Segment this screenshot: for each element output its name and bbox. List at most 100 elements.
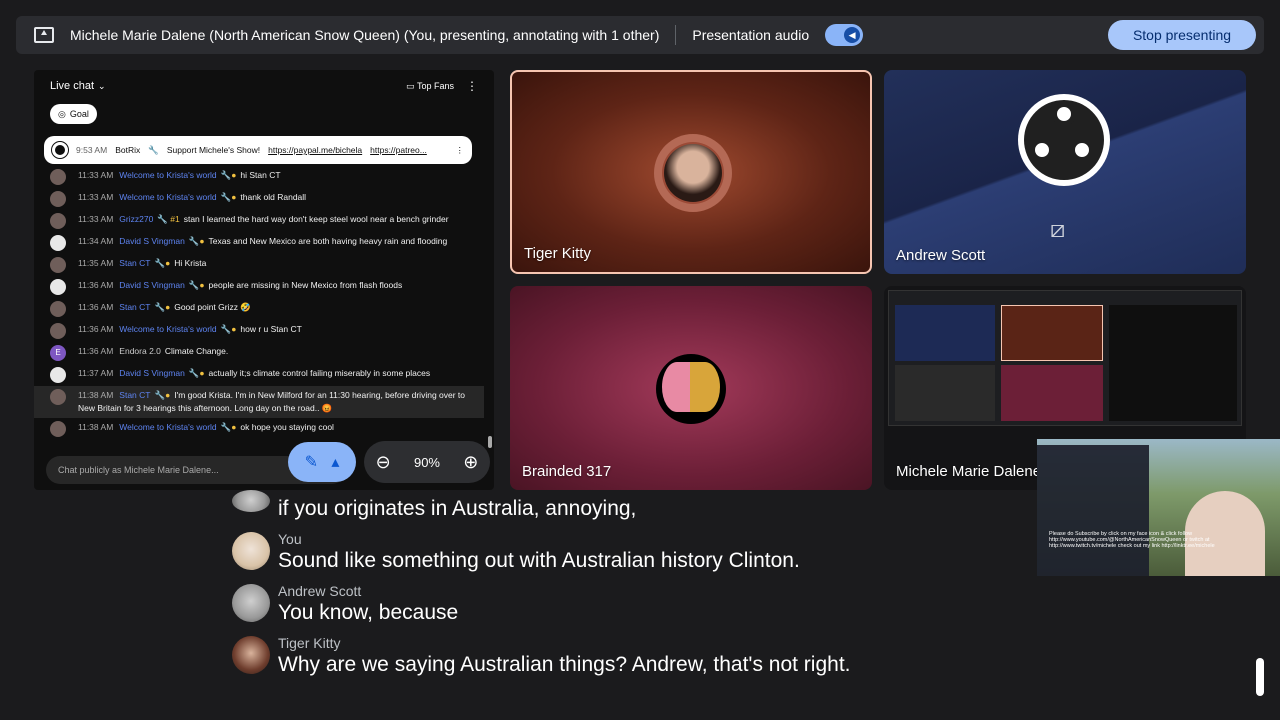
chat-message: 11:35 AM Stan CT 🔧● Hi Krista [34, 254, 484, 276]
message-author[interactable]: Grizz270 [119, 214, 153, 224]
top-fans-button[interactable]: ▭ Top Fans [406, 81, 454, 92]
message-author[interactable]: Stan CT [119, 258, 150, 268]
message-text: Hi Krista [174, 258, 207, 268]
avatar [50, 257, 66, 273]
participant-name: Andrew Scott [896, 247, 986, 264]
avatar [50, 279, 66, 295]
message-time: 11:33 AM [78, 192, 114, 202]
caption-entry: if you originates in Australia, annoying… [232, 490, 1032, 522]
live-chat-title[interactable]: Live chat [50, 80, 94, 92]
message-time: 11:35 AM [78, 258, 114, 268]
pinned-text: Support Michele's Show! [166, 145, 261, 155]
caption-text: You know, because [278, 601, 459, 624]
chat-header: Live chat ⌄ ▭ Top Fans ⋮ [34, 70, 494, 102]
chat-message: 11:33 AM Grizz270 🔧 #1 stan I learned the h… [34, 210, 484, 232]
message-time: 11:36 AM [78, 324, 114, 334]
avatar [656, 354, 726, 424]
avatar [232, 584, 270, 622]
pen-icon: ✎ [304, 454, 319, 471]
pinned-time: 9:53 AM [76, 145, 108, 155]
obs-logo-icon [1018, 94, 1110, 186]
chat-message: 11:38 AM Stan CT 🔧● I'm good Krista. I'm in… [34, 386, 484, 418]
annotate-pen-button[interactable]: ✎ ▴ [288, 442, 356, 482]
live-chat-panel: Live chat ⌄ ▭ Top Fans ⋮ ◎ Goal 9:53 AM … [34, 70, 494, 490]
participant-tile[interactable]: Brainded 317 [510, 286, 872, 490]
stop-presenting-button[interactable]: Stop presenting [1108, 20, 1256, 50]
goal-label: Goal [69, 109, 89, 119]
message-text: hi Stan CT [240, 170, 281, 180]
chat-message: 11:36 AM David S Vingman 🔧● people are miss… [34, 276, 484, 298]
message-time: 11:33 AM [78, 170, 114, 180]
pinned-menu-icon[interactable]: ⋮ [456, 145, 465, 156]
participant-name: Michele Marie Dalene [896, 463, 1042, 480]
captions-scrollbar[interactable] [1256, 658, 1264, 696]
presentation-audio-label: Presentation audio [692, 27, 810, 43]
member-badge-icon: 🔧● [220, 170, 237, 180]
avatar [232, 532, 270, 570]
member-badge-icon: 🔧● [154, 258, 171, 268]
participant-tile[interactable]: ⧄ Andrew Scott [884, 70, 1246, 274]
message-author[interactable]: Welcome to Krista's world [119, 192, 216, 202]
member-badge-icon: 🔧● [154, 302, 171, 312]
top-fans-label: Top Fans [416, 80, 454, 91]
zoom-in-icon[interactable]: ⊕ [463, 452, 478, 473]
annotation-zoom-controls: ✎ ▴ ⊖ 90% ⊕ [288, 440, 490, 484]
member-badge-icon: 🔧● [188, 236, 205, 246]
message-time: 11:37 AM [78, 368, 114, 378]
participant-name: Tiger Kitty [524, 245, 591, 262]
message-text: Texas and New Mexico are both having hea… [208, 236, 448, 246]
member-badge-icon: 🔧● [220, 422, 237, 432]
avatar [50, 213, 66, 229]
avatar [232, 636, 270, 674]
message-time: 11:38 AM [78, 390, 114, 400]
avatar [50, 421, 66, 437]
zoom-out-icon[interactable]: ⊖ [376, 452, 391, 473]
avatar [50, 367, 66, 383]
message-author[interactable]: David S Vingman [119, 280, 185, 290]
member-badge-icon: 🔧● [188, 280, 205, 290]
chat-message: E 11:36 AM Endora 2.0 Climate Change. [34, 342, 484, 364]
message-text: Climate Change. [164, 346, 229, 356]
chat-message: 11:38 AM Welcome to Krista's world 🔧● ok ho… [34, 418, 484, 440]
caption-text: Why are we saying Australian things? And… [278, 653, 851, 676]
message-author[interactable]: David S Vingman [119, 236, 185, 246]
avatar [50, 323, 66, 339]
goal-icon: ◎ [58, 108, 66, 119]
message-author[interactable]: Welcome to Krista's world [119, 170, 216, 180]
goal-chip[interactable]: ◎ Goal [50, 104, 97, 124]
pinned-message[interactable]: 9:53 AM BotRix 🔧 Support Michele's Show!… [44, 136, 472, 164]
avatar [50, 389, 66, 405]
caption-text: if you originates in Australia, annoying… [278, 497, 637, 520]
avatar [50, 191, 66, 207]
presentation-audio-toggle[interactable]: ◀ [825, 24, 864, 46]
message-text: actually it;s climate control failing mi… [208, 368, 431, 378]
message-author[interactable]: Stan CT [119, 390, 150, 400]
participant-tile[interactable]: Tiger Kitty [510, 70, 872, 274]
message-time: 11:38 AM [78, 422, 114, 432]
chevron-down-icon[interactable]: ⌄ [98, 81, 106, 92]
member-badge-icon: 🔧● [188, 368, 205, 378]
message-author[interactable]: Welcome to Krista's world [119, 422, 216, 432]
zoom-level: 90% [413, 454, 440, 470]
chat-message: 11:36 AM Stan CT 🔧● Good point Grizz 🤣 [34, 298, 484, 320]
chat-message: 11:33 AM Welcome to Krista's world 🔧● thank… [34, 188, 484, 210]
chevron-up-icon[interactable]: ▴ [331, 452, 339, 472]
caption-entry: Tiger Kitty Why are we saying Australian … [232, 634, 1032, 678]
message-text: how r u Stan CT [240, 324, 302, 334]
message-author[interactable]: David S Vingman [119, 368, 185, 378]
chat-message-list: 11:33 AM Welcome to Krista's world 🔧● hi St… [34, 166, 484, 440]
message-author[interactable]: Welcome to Krista's world [119, 324, 216, 334]
captions-panel: if you originates in Australia, annoying… [232, 490, 1032, 686]
present-screen-icon [34, 27, 54, 43]
pinned-link-paypal[interactable]: https://paypal.me/bichela [268, 145, 362, 155]
screen-share-preview [888, 290, 1242, 426]
message-author[interactable]: Stan CT [119, 302, 150, 312]
chat-message: 11:33 AM Welcome to Krista's world 🔧● hi St… [34, 166, 484, 188]
wrench-icon: 🔧 [148, 144, 159, 155]
webcam-overlay-text: Please do Subscribe by click on my face … [1049, 531, 1215, 549]
member-badge-icon: 🔧● [220, 192, 237, 202]
more-options-icon[interactable]: ⋮ [466, 79, 478, 93]
avatar [50, 169, 66, 185]
message-author[interactable]: Endora 2.0 [119, 346, 161, 356]
pinned-link-patreon[interactable]: https://patreo... [370, 145, 427, 155]
